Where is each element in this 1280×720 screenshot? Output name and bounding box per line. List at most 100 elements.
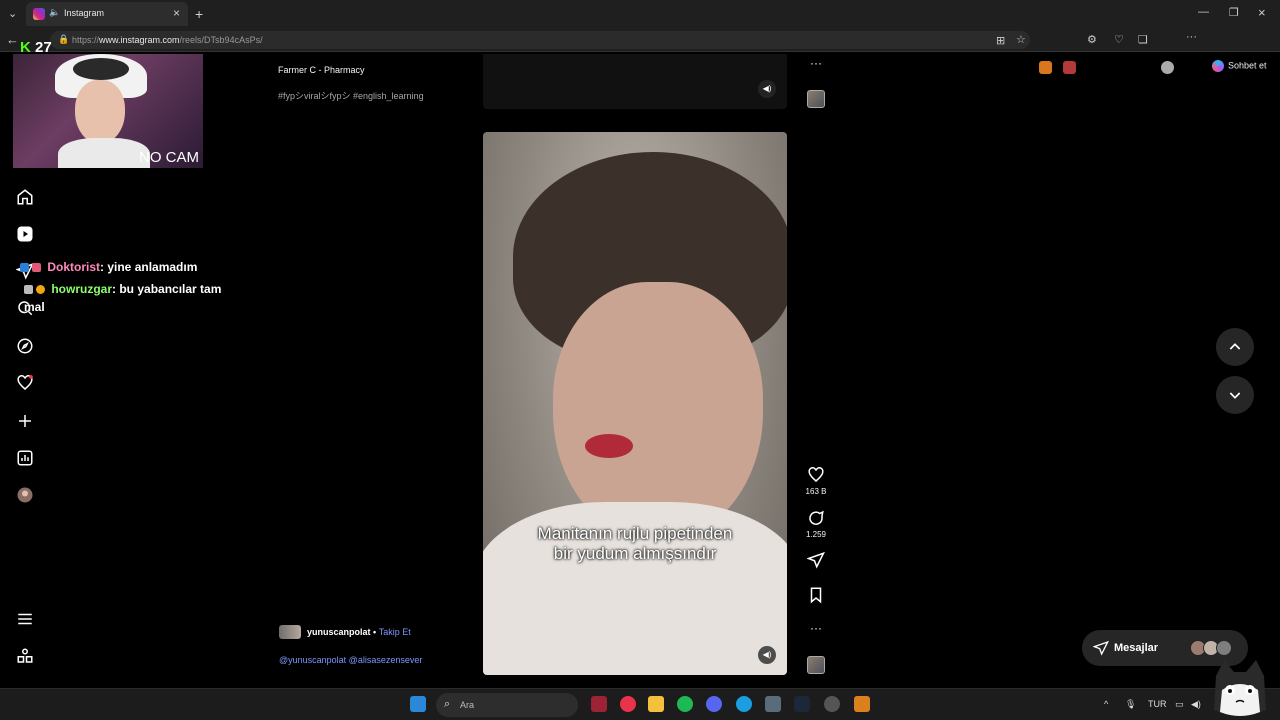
- author-avatar[interactable]: [279, 625, 301, 639]
- chat-badge-icon: [36, 285, 45, 295]
- split-screen-icon[interactable]: ⊞: [996, 34, 1005, 47]
- profile-avatar[interactable]: [16, 486, 34, 504]
- spotify-icon[interactable]: [677, 696, 693, 712]
- steam-icon[interactable]: [794, 696, 810, 712]
- webcam-overlay: NO CAM: [13, 54, 203, 168]
- tab-title: Instagram: [64, 8, 105, 18]
- follow-button[interactable]: Takip Et: [379, 627, 411, 637]
- notifications-heart-icon[interactable]: [16, 374, 34, 392]
- direct-send-icon: [1093, 640, 1109, 656]
- reels-icon[interactable]: [16, 225, 34, 243]
- chat-badge-icon: [20, 263, 29, 273]
- restore-icon[interactable]: ❐: [1229, 6, 1239, 19]
- taskbar-app-icon[interactable]: [854, 696, 870, 712]
- share-send-icon[interactable]: [806, 551, 826, 574]
- chat-message-continuation: mal: [24, 300, 45, 314]
- extension-icon[interactable]: [1039, 61, 1052, 74]
- audio-thumbnail[interactable]: [807, 656, 825, 674]
- address-input[interactable]: 🔒 https://www.instagram.com/reels/DTsb94…: [50, 31, 1030, 49]
- post-mentions[interactable]: @yunuscanpolat @alisasezensever: [279, 655, 422, 665]
- next-reel-button[interactable]: [1216, 376, 1254, 414]
- explore-compass-icon[interactable]: [16, 337, 34, 355]
- like-heart-icon[interactable]: [806, 466, 826, 489]
- minimize-icon[interactable]: —: [1198, 6, 1209, 18]
- post-hashtags[interactable]: #fypシviralシfypシ #english_learning: [278, 89, 424, 102]
- kick-counter: K 27: [20, 39, 52, 56]
- taskbar: ⌕ Ara: [0, 688, 1280, 720]
- create-plus-icon[interactable]: [16, 412, 34, 430]
- body-shape: [58, 138, 150, 168]
- close-tab-icon[interactable]: ×: [173, 6, 180, 20]
- edge-icon[interactable]: [736, 696, 752, 712]
- also-from-meta-icon[interactable]: [16, 647, 34, 665]
- reel-video[interactable]: Manitanın rujlu pipetinden bir yudum alm…: [483, 132, 787, 675]
- network-icon[interactable]: ▭: [1175, 699, 1184, 710]
- taskbar-search[interactable]: ⌕ Ara: [436, 693, 578, 717]
- search-icon: ⌕: [444, 698, 451, 710]
- more-options-icon[interactable]: ···: [806, 621, 826, 635]
- save-bookmark-icon[interactable]: [806, 586, 826, 609]
- profile-avatar-icon[interactable]: [1161, 61, 1174, 74]
- chat-username: howruzgar: [51, 282, 113, 296]
- copilot-icon: [1212, 60, 1224, 72]
- windows-start-icon[interactable]: [410, 696, 426, 712]
- video-lips-shape: [585, 434, 633, 458]
- chat-username: Doktorist: [47, 260, 101, 274]
- more-options-icon[interactable]: ···: [806, 56, 826, 70]
- audio-thumbnail[interactable]: [807, 90, 825, 108]
- comment-icon[interactable]: [806, 509, 826, 532]
- discord-icon[interactable]: [706, 696, 722, 712]
- back-arrow-icon[interactable]: ←: [6, 32, 19, 47]
- previous-reel-video[interactable]: ◀): [483, 54, 787, 109]
- chat-text: : bu yabancılar tam: [112, 282, 222, 296]
- mute-toggle-icon[interactable]: ◀): [758, 80, 776, 98]
- taskbar-app-icon[interactable]: [620, 696, 636, 712]
- menu-hamburger-icon[interactable]: [16, 610, 34, 628]
- address-bar-row: ← 🔒 https://www.instagram.com/reels/DTsb…: [0, 28, 1280, 74]
- audio-track-label[interactable]: Farmer C - Pharmacy: [278, 65, 365, 75]
- chat-message: howruzgar: bu yabancılar tam: [24, 282, 221, 296]
- hat-face-shape: [73, 58, 129, 80]
- home-icon[interactable]: [16, 188, 34, 206]
- browser-essentials-icon[interactable]: ♡: [1114, 33, 1124, 46]
- url-text: https://www.instagram.com/reels/DTsb94cA…: [72, 35, 263, 45]
- no-cam-label: NO CAM: [139, 149, 199, 166]
- author-row: yunuscanpolat • Takip Et: [307, 627, 411, 637]
- tray-chevron-up-icon[interactable]: ^: [1104, 699, 1108, 709]
- chevron-down-icon: [1229, 392, 1241, 399]
- video-subtitle: Manitanın rujlu pipetinden bir yudum alm…: [537, 524, 733, 563]
- author-username[interactable]: yunuscanpolat: [307, 627, 371, 637]
- browser-tab-bar: ⌄ 🔈 Instagram × + — ❐ ×: [0, 0, 1280, 28]
- extension-icon[interactable]: [1063, 61, 1076, 74]
- favorite-star-icon[interactable]: ☆: [1016, 33, 1026, 46]
- face-shape: [75, 80, 125, 144]
- mute-toggle-icon[interactable]: ◀): [758, 646, 776, 664]
- like-count: 163 B: [805, 487, 827, 496]
- volume-icon[interactable]: ◀): [1191, 699, 1201, 710]
- tab-actions-chevron-icon[interactable]: ⌄: [8, 7, 17, 20]
- language-indicator[interactable]: TUR: [1148, 699, 1167, 709]
- cat-sticker-image: [1214, 660, 1266, 716]
- copilot-button[interactable]: Sohbet et: [1212, 60, 1267, 72]
- avatar: [1216, 640, 1232, 656]
- browser-tab[interactable]: 🔈 Instagram ×: [26, 2, 188, 26]
- lock-icon: 🔒: [58, 34, 70, 44]
- file-explorer-icon[interactable]: [648, 696, 664, 712]
- extensions-puzzle-icon[interactable]: ⚙: [1087, 33, 1097, 46]
- collections-icon[interactable]: ❏: [1138, 33, 1148, 46]
- chat-text: : yine anlamadım: [100, 260, 198, 274]
- microphone-icon[interactable]: 🎙: [1125, 699, 1136, 710]
- chat-badge-icon: [24, 285, 33, 295]
- taskbar-app-icon[interactable]: [765, 696, 781, 712]
- new-tab-plus-icon[interactable]: +: [195, 6, 203, 22]
- previous-reel-button[interactable]: [1216, 328, 1254, 366]
- close-window-icon[interactable]: ×: [1258, 5, 1266, 20]
- dashboard-icon[interactable]: [16, 449, 34, 467]
- chat-badge-icon: [32, 263, 41, 273]
- tab-audio-icon[interactable]: 🔈: [49, 7, 60, 18]
- instagram-favicon-icon: [33, 8, 45, 20]
- taskbar-app-icon[interactable]: [824, 696, 840, 712]
- chevron-up-icon: [1229, 343, 1241, 350]
- taskbar-app-icon[interactable]: [591, 696, 607, 712]
- more-menu-icon[interactable]: ···: [1186, 31, 1197, 43]
